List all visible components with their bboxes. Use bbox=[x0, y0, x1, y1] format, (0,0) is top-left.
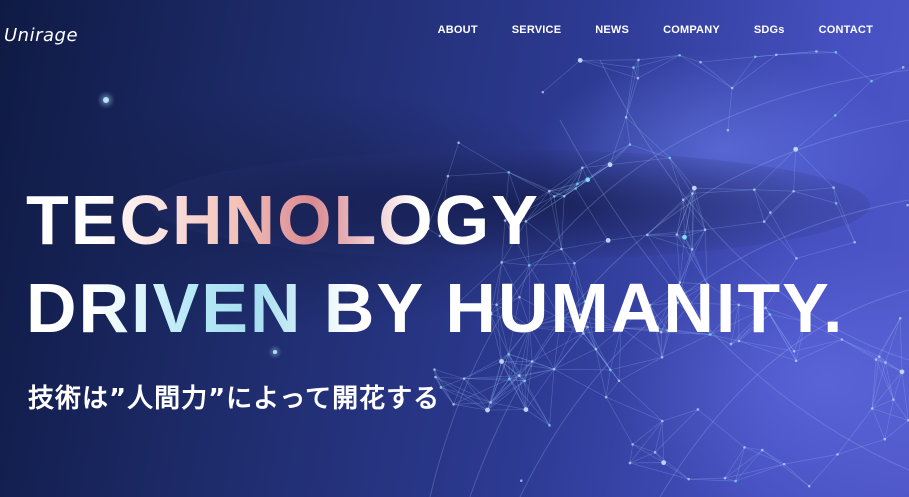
nav-item-service[interactable]: SERVICE bbox=[512, 24, 562, 36]
hero-section: Unirage ABOUT SERVICE NEWS COMPANY SDGs … bbox=[0, 0, 909, 497]
nav-item-news[interactable]: NEWS bbox=[595, 24, 629, 36]
nav-item-company[interactable]: COMPANY bbox=[663, 24, 720, 36]
main-nav: ABOUT SERVICE NEWS COMPANY SDGs CONTACT bbox=[404, 24, 873, 36]
hero-subheadline: 技術は”人間力”によって開花する bbox=[28, 384, 441, 414]
headline-line-1: TECHNOLOGY bbox=[26, 185, 844, 255]
nav-item-sdgs[interactable]: SDGs bbox=[754, 24, 785, 36]
top-navigation-bar: Unirage ABOUT SERVICE NEWS COMPANY SDGs … bbox=[0, 0, 909, 66]
headline-line-2: DRIVEN BY HUMANITY. bbox=[26, 269, 845, 347]
nav-item-about[interactable]: ABOUT bbox=[438, 24, 478, 36]
brand-logo[interactable]: Unirage bbox=[4, 25, 78, 46]
hero-headline: TECHNOLOGY DRIVEN BY HUMANITY. bbox=[26, 185, 844, 343]
nav-item-contact[interactable]: CONTACT bbox=[819, 24, 873, 36]
